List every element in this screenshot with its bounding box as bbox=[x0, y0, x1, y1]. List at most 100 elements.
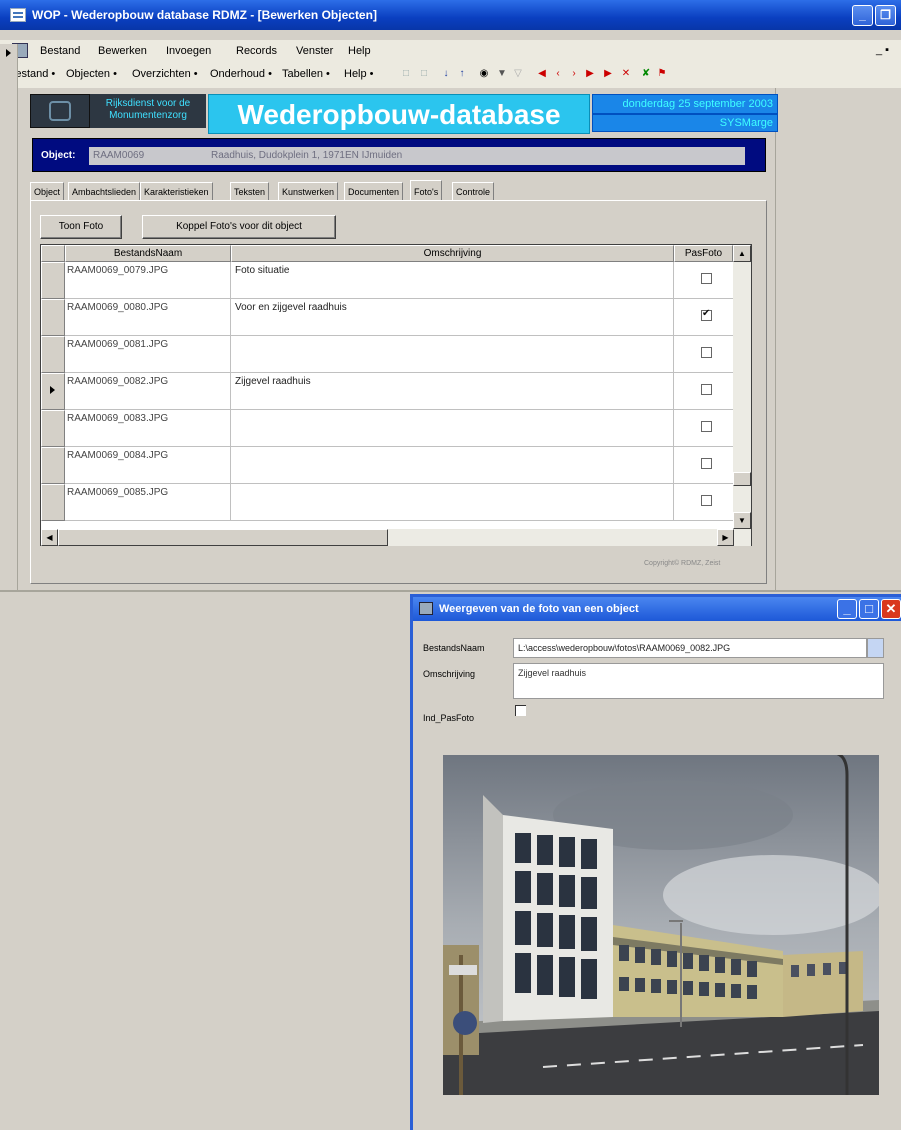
cell-bestandsnaam[interactable]: RAAM0069_0084.JPG bbox=[65, 447, 231, 484]
pasfoto-checkbox[interactable] bbox=[701, 421, 712, 432]
tab-kunstwerken[interactable]: Kunstwerken bbox=[278, 182, 339, 200]
cell-bestandsnaam[interactable]: RAAM0069_0082.JPG bbox=[65, 373, 231, 410]
new-record-icon[interactable]: ▶ bbox=[602, 68, 614, 80]
table-row[interactable]: RAAM0069_0083.JPG bbox=[41, 410, 733, 447]
pasfoto-checkbox[interactable] bbox=[701, 347, 712, 358]
cell-omschrijving[interactable]: Foto situatie bbox=[231, 262, 674, 299]
table-row[interactable]: RAAM0069_0081.JPG bbox=[41, 336, 733, 373]
cell-omschrijving[interactable] bbox=[231, 447, 674, 484]
copyright-text: Copyright© RDMZ, Zeist bbox=[644, 560, 721, 567]
sort-ascending-icon[interactable]: ↓ bbox=[440, 68, 452, 80]
current-record-icon bbox=[6, 49, 11, 57]
vertical-scrollbar[interactable]: ▲ ▼ bbox=[733, 245, 751, 529]
scroll-left-icon[interactable]: ◀ bbox=[41, 529, 58, 546]
paste-icon[interactable]: □ bbox=[418, 68, 430, 80]
sort-descending-icon[interactable]: ↑ bbox=[456, 68, 468, 80]
table-row[interactable]: RAAM0069_0082.JPG Zijgevel raadhuis bbox=[41, 373, 733, 410]
pasfoto-checkbox[interactable] bbox=[701, 495, 712, 506]
row-selector[interactable] bbox=[41, 262, 65, 299]
tab-ambachtslieden[interactable]: Ambachtslieden bbox=[68, 182, 141, 200]
previous-record-icon[interactable]: ‹ bbox=[552, 68, 564, 80]
cell-omschrijving[interactable] bbox=[231, 484, 674, 521]
find-icon[interactable]: ◉ bbox=[478, 68, 490, 80]
mdi-restore-button[interactable]: _ ▪ bbox=[876, 44, 889, 56]
menu-help[interactable]: Help bbox=[348, 45, 371, 57]
column-header-omschrijving[interactable]: Omschrijving bbox=[231, 245, 674, 262]
cell-bestandsnaam[interactable]: RAAM0069_0081.JPG bbox=[65, 336, 231, 373]
cell-bestandsnaam[interactable]: RAAM0069_0085.JPG bbox=[65, 484, 231, 521]
omschrijving-field[interactable]: Zijgevel raadhuis bbox=[513, 663, 884, 699]
dialog-close-button[interactable]: ✕ bbox=[881, 599, 901, 619]
show-photo-button[interactable]: Toon Foto bbox=[40, 215, 122, 239]
scroll-thumb[interactable] bbox=[733, 472, 751, 486]
filter-icon[interactable]: ▼ bbox=[496, 68, 508, 80]
toolbar: Bestand • Objecten • Overzichten • Onder… bbox=[0, 62, 901, 88]
row-selector[interactable] bbox=[41, 373, 65, 410]
row-selector[interactable] bbox=[41, 484, 65, 521]
copy-icon[interactable]: □ bbox=[400, 68, 412, 80]
scroll-down-icon[interactable]: ▼ bbox=[733, 512, 751, 529]
cell-omschrijving[interactable]: Zijgevel raadhuis bbox=[231, 373, 674, 410]
tab-documenten[interactable]: Documenten bbox=[344, 182, 404, 200]
cell-omschrijving[interactable] bbox=[231, 410, 674, 447]
pasfoto-checkbox[interactable] bbox=[701, 273, 712, 284]
delete-record-icon[interactable]: ✕ bbox=[620, 68, 632, 80]
row-selector[interactable] bbox=[41, 447, 65, 484]
scroll-right-icon[interactable]: ▶ bbox=[717, 529, 734, 546]
ind-pasfoto-checkbox[interactable] bbox=[515, 705, 526, 716]
cell-omschrijving[interactable]: Voor en zijgevel raadhuis bbox=[231, 299, 674, 336]
next-record-icon[interactable]: › bbox=[568, 68, 580, 80]
last-record-icon[interactable]: ▶ bbox=[584, 68, 596, 80]
scroll-up-icon[interactable]: ▲ bbox=[733, 245, 751, 262]
column-header-bestandsnaam[interactable]: BestandsNaam bbox=[65, 245, 231, 262]
object-description-field[interactable]: Raadhuis, Dudokplein 1, 1971EN IJmuiden bbox=[205, 147, 745, 165]
tab-karakteristieken[interactable]: Karakteristieken bbox=[140, 182, 213, 200]
tab-object[interactable]: Object bbox=[30, 182, 65, 200]
pasfoto-checkbox[interactable] bbox=[701, 384, 712, 395]
column-header-pasfoto[interactable]: PasFoto bbox=[674, 245, 733, 262]
cell-bestandsnaam[interactable]: RAAM0069_0079.JPG bbox=[65, 262, 231, 299]
maximize-button[interactable]: ❐ bbox=[875, 5, 896, 26]
minimize-button[interactable]: _ bbox=[852, 5, 873, 26]
pasfoto-checkbox[interactable] bbox=[701, 308, 712, 321]
cell-omschrijving[interactable] bbox=[231, 336, 674, 373]
table-row[interactable]: RAAM0069_0079.JPG Foto situatie bbox=[41, 262, 733, 299]
form-border bbox=[775, 88, 776, 590]
menu-invoegen[interactable]: Invoegen bbox=[166, 45, 211, 57]
toolbar-tabellen[interactable]: Tabellen • bbox=[282, 68, 330, 80]
exit-icon[interactable]: ⚑ bbox=[656, 68, 668, 80]
row-selector[interactable] bbox=[41, 299, 65, 336]
cell-bestandsnaam[interactable]: RAAM0069_0080.JPG bbox=[65, 299, 231, 336]
toolbar-onderhoud[interactable]: Onderhoud • bbox=[210, 68, 272, 80]
dialog-minimize-button[interactable]: _ bbox=[837, 599, 857, 619]
hscroll-thumb[interactable] bbox=[58, 529, 388, 546]
toolbar-overzichten[interactable]: Overzichten • bbox=[132, 68, 198, 80]
grid-corner[interactable] bbox=[41, 245, 65, 262]
link-photos-button[interactable]: Koppel Foto's voor dit object bbox=[142, 215, 336, 239]
cell-bestandsnaam[interactable]: RAAM0069_0083.JPG bbox=[65, 410, 231, 447]
menu-venster[interactable]: Venster bbox=[296, 45, 333, 57]
menu-records[interactable]: Records bbox=[236, 45, 277, 57]
tab-fotos[interactable]: Foto's bbox=[410, 180, 443, 200]
toolbar-objecten[interactable]: Objecten • bbox=[66, 68, 117, 80]
app-title: Wederopbouw-database bbox=[208, 94, 590, 134]
first-record-icon[interactable]: ◀ bbox=[536, 68, 548, 80]
row-selector[interactable] bbox=[41, 336, 65, 373]
table-row[interactable]: RAAM0069_0084.JPG bbox=[41, 447, 733, 484]
pasfoto-checkbox[interactable] bbox=[701, 458, 712, 469]
table-row[interactable]: RAAM0069_0080.JPG Voor en zijgevel raadhu… bbox=[41, 299, 733, 336]
table-row[interactable]: RAAM0069_0085.JPG bbox=[41, 484, 733, 521]
tab-controle[interactable]: Controle bbox=[452, 182, 495, 200]
menu-bewerken[interactable]: Bewerken bbox=[98, 45, 147, 57]
close-form-icon[interactable]: ✘ bbox=[640, 68, 652, 80]
menu-bestand[interactable]: Bestand bbox=[40, 45, 80, 57]
filter-off-icon[interactable]: ▽ bbox=[512, 68, 524, 80]
dialog-maximize-button[interactable]: □ bbox=[859, 599, 879, 619]
field-scrollbar[interactable] bbox=[867, 638, 884, 658]
toolbar-help[interactable]: Help • bbox=[344, 68, 374, 80]
bestandsnaam-field[interactable]: L:\access\wederopbouw\fotos\RAAM0069_008… bbox=[513, 638, 867, 658]
tab-teksten[interactable]: Teksten bbox=[230, 182, 270, 200]
row-selector[interactable] bbox=[41, 410, 65, 447]
record-selector[interactable] bbox=[0, 44, 18, 590]
horizontal-scrollbar[interactable]: ◀ ▶ bbox=[41, 529, 751, 546]
